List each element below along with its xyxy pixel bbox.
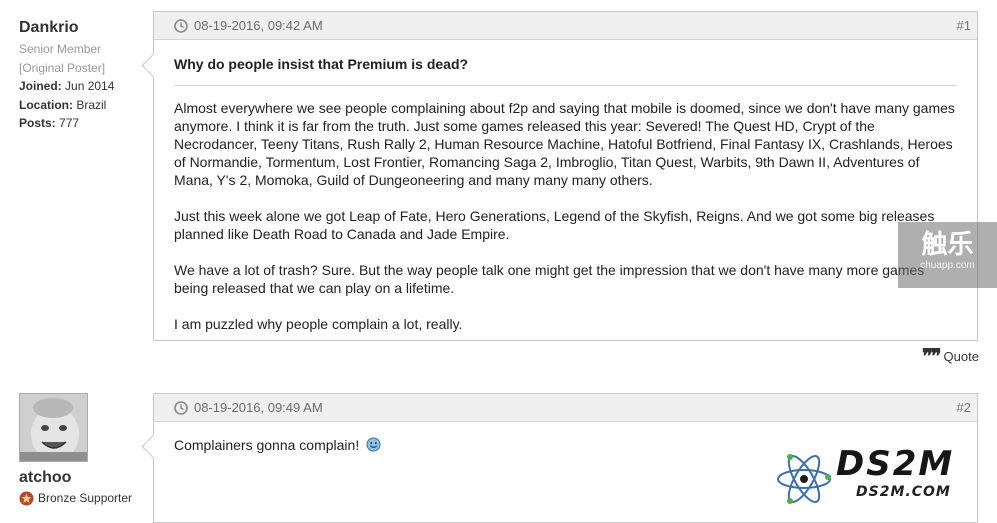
post-date: 08-19-2016, 09:49 AM [174, 400, 323, 415]
joined-value: Jun 2014 [65, 79, 115, 93]
username[interactable]: atchoo [19, 469, 132, 487]
user-rank-line: Bronze Supporter [19, 489, 132, 508]
post-date: 08-19-2016, 09:42 AM [174, 18, 323, 33]
bronze-badge-icon [19, 491, 34, 506]
quote-label: Quote [943, 349, 979, 364]
location-line: Location: Brazil [19, 96, 114, 115]
avatar[interactable] [19, 393, 88, 462]
posts-line: Posts: 777 [19, 114, 114, 133]
location-value: Brazil [76, 97, 107, 112]
post-paragraph: Just this week alone we got Leap of Fate… [174, 208, 935, 242]
chuapp-watermark-url: chuapp.com [920, 260, 975, 271]
post-date-text: 08-19-2016, 09:49 AM [194, 400, 323, 415]
post-text: Complainers gonna complain! [174, 437, 360, 453]
posts-label: Posts: [19, 116, 56, 130]
original-poster-tag: [Original Poster] [19, 60, 106, 75]
post-header: 08-19-2016, 09:49 AM #2 [154, 394, 977, 422]
post-date-text: 08-19-2016, 09:42 AM [194, 18, 323, 33]
title-divider [174, 85, 957, 86]
chuapp-watermark: 触乐 chuapp.com [898, 222, 997, 288]
ds2m-watermark-url: DS2M.COM [856, 484, 951, 500]
post-paragraph: I am puzzled why people complain a lot, … [174, 316, 463, 332]
username[interactable]: Dankrio [19, 19, 114, 37]
location-label: Location: [19, 97, 73, 112]
ds2m-watermark-logo: DS2M [836, 444, 955, 484]
clock-icon [174, 400, 188, 415]
post-number[interactable]: #1 [957, 18, 971, 33]
post-number[interactable]: #2 [957, 400, 971, 415]
smiley-icon [366, 437, 381, 452]
joined-label: Joined: [19, 79, 62, 93]
post-1: 08-19-2016, 09:42 AM #1 Why do people in… [141, 11, 978, 341]
quote-button[interactable]: ❞❞ Quote [922, 344, 979, 368]
ds2m-watermark: DS2M DS2M.COM [772, 444, 997, 512]
post-title: Why do people insist that Premium is dea… [174, 56, 469, 72]
atom-logo-icon [777, 454, 831, 504]
post1-user-info: Dankrio Senior Member [Original Poster] … [19, 19, 114, 133]
quote-icon: ❞❞ [922, 344, 941, 368]
post2-user-info: atchoo Bronze Supporter [19, 469, 132, 508]
user-rank: Senior Member [19, 42, 102, 56]
post-paragraph: We have a lot of trash? Sure. But the wa… [174, 262, 925, 296]
chuapp-watermark-logo: 触乐 [921, 230, 974, 260]
user-rank: Bronze Supporter [38, 491, 133, 505]
clock-icon [174, 18, 188, 33]
joined-line: Joined: Jun 2014 [19, 77, 114, 96]
post-body: Why do people insist that Premium is dea… [154, 55, 977, 333]
post-paragraph: Almost everywhere we see people complain… [174, 100, 955, 188]
baby-photo [20, 394, 87, 461]
post-header: 08-19-2016, 09:42 AM #1 [154, 12, 977, 40]
posts-value: 777 [59, 116, 80, 130]
